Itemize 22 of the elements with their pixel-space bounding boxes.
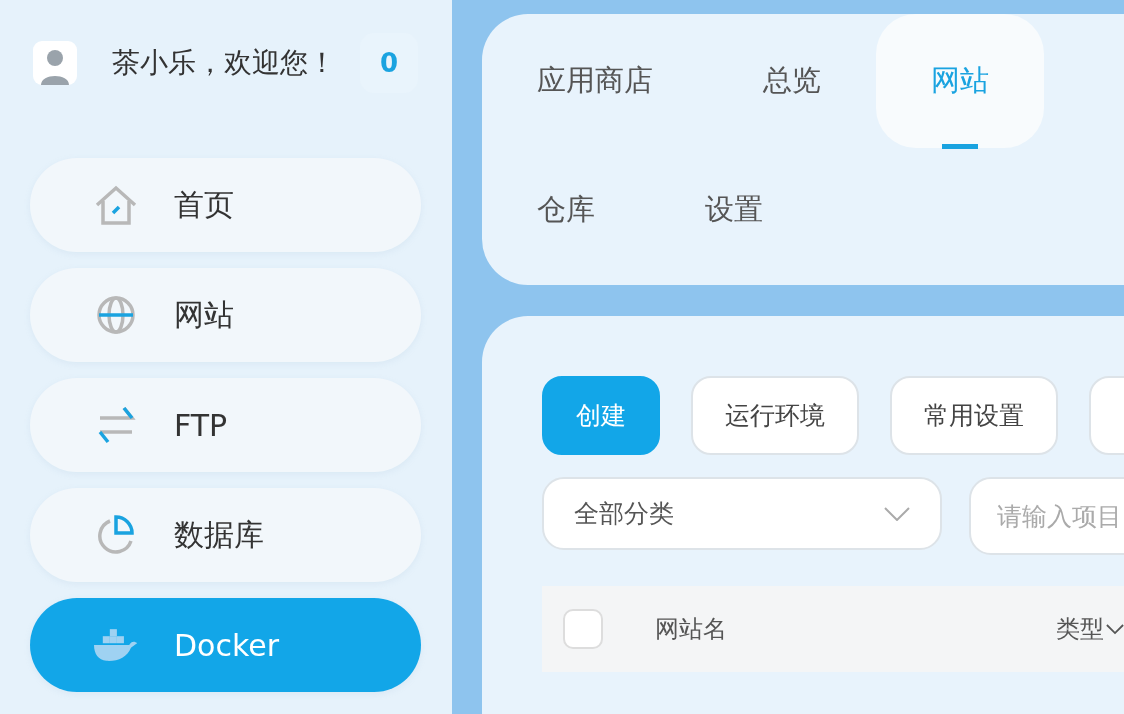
globe-icon <box>94 295 138 335</box>
toolbar-button[interactable]: 运行环境 <box>691 376 859 455</box>
chevron-down-icon <box>1106 623 1124 635</box>
avatar-icon[interactable] <box>33 41 77 85</box>
nav-item[interactable]: 首页 <box>30 158 421 252</box>
toolbar-button[interactable]: 常用设置 <box>890 376 1058 455</box>
tab[interactable]: 应用商店 <box>482 14 708 148</box>
welcome-text: 茶小乐，欢迎您！ <box>112 45 337 81</box>
column-header[interactable]: 类型 <box>1056 613 1124 645</box>
tab[interactable]: 仓库 <box>482 148 650 272</box>
chevron-down-icon <box>884 506 910 521</box>
search-field[interactable]: 请输入项目 <box>969 477 1124 555</box>
tab[interactable]: 总览 <box>708 14 876 148</box>
select-all-checkbox[interactable] <box>563 609 603 649</box>
category-select[interactable]: 全部分类 <box>542 477 942 550</box>
active-tab-indicator <box>942 144 978 149</box>
nav-item[interactable]: 网站 <box>30 268 421 362</box>
tab[interactable]: 设置 <box>650 148 818 272</box>
column-header: 网站名 <box>655 614 727 645</box>
nav-item[interactable]: 数据库 <box>30 488 421 582</box>
house-icon <box>94 185 138 225</box>
nav-item[interactable]: FTP <box>30 378 421 472</box>
